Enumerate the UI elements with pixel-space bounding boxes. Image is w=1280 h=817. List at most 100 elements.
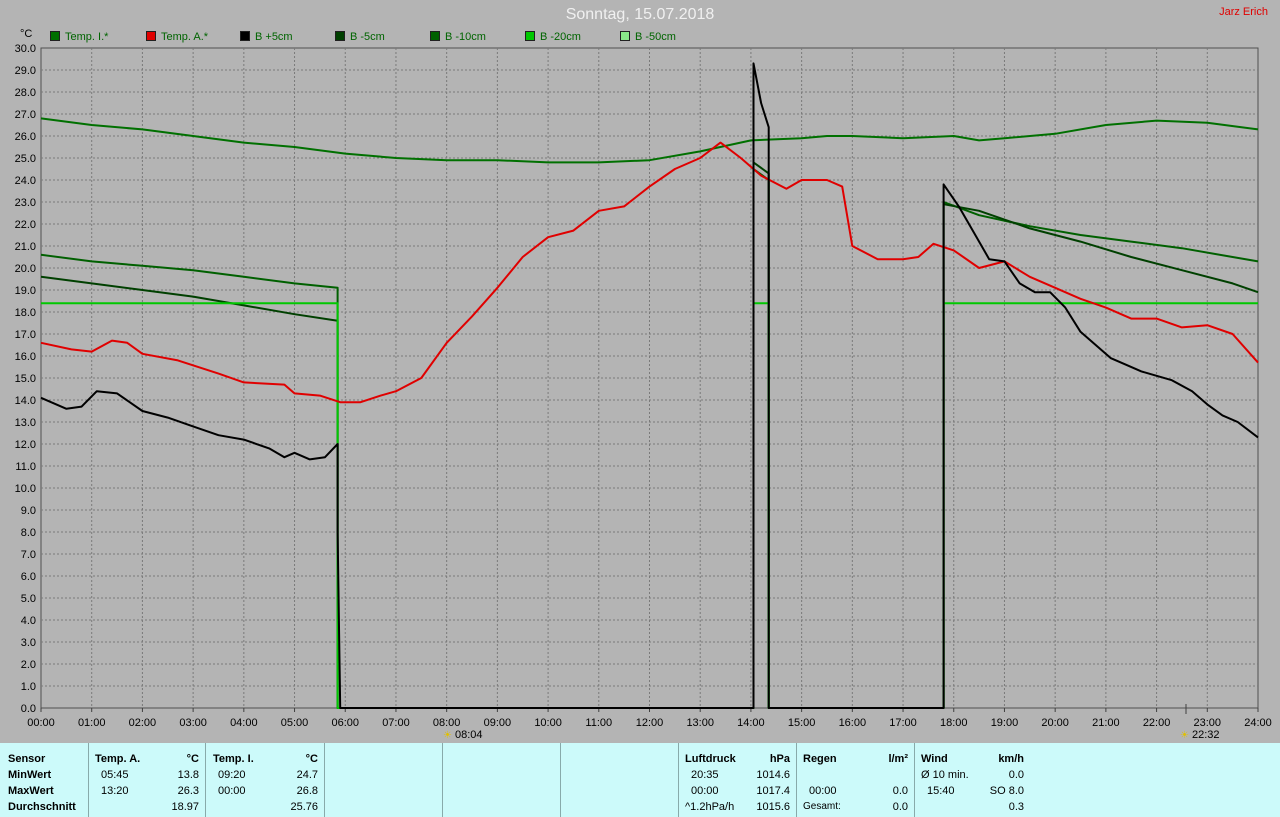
y-tick-label: 13.0 bbox=[15, 417, 36, 429]
stats-header: Temp. I. bbox=[213, 753, 254, 765]
y-tick-label: 27.0 bbox=[15, 109, 36, 121]
x-tick-label: 10:00 bbox=[534, 717, 562, 729]
y-tick-label: 12.0 bbox=[15, 439, 36, 451]
stats-value: 0.0 bbox=[892, 785, 908, 797]
legend-item-b-5: B -5cm bbox=[335, 31, 385, 43]
stats-row-label: MaxWert bbox=[8, 785, 54, 797]
legend-item-b-50: B -50cm bbox=[620, 31, 676, 43]
stats-label: Ø 10 min. bbox=[921, 769, 969, 781]
stats-regen-column: Regen l/m² 0.0 00:00 Gesamt: 0.0 bbox=[796, 743, 914, 817]
y-tick-label: 11.0 bbox=[15, 461, 36, 473]
stats-row-label: Durchschnitt bbox=[8, 801, 76, 813]
y-tick-label: 0.0 bbox=[21, 703, 36, 715]
stats-unit: °C bbox=[186, 753, 199, 765]
stats-unit: l/m² bbox=[888, 753, 908, 765]
x-tick-label: 24:00 bbox=[1244, 717, 1272, 729]
stats-time: 20:35 bbox=[691, 769, 719, 781]
sunset-icon: ☀ bbox=[1180, 730, 1189, 741]
x-tick-label: 15:00 bbox=[788, 717, 816, 729]
stats-time: 09:20 bbox=[218, 769, 246, 781]
stats-value: 24.7 bbox=[296, 769, 318, 781]
stats-unit: km/h bbox=[998, 753, 1024, 765]
stats-value: 13.8 bbox=[177, 769, 199, 781]
y-tick-label: 5.0 bbox=[21, 593, 36, 605]
x-tick-label: 03:00 bbox=[179, 717, 207, 729]
x-tick-label: 17:00 bbox=[889, 717, 917, 729]
legend-label: B -20cm bbox=[540, 31, 581, 43]
stats-header: Wind bbox=[921, 753, 948, 765]
y-tick-label: 28.0 bbox=[15, 87, 36, 99]
x-tick-label: 01:00 bbox=[78, 717, 106, 729]
stats-empty-column bbox=[560, 743, 678, 817]
x-tick-label: 14:00 bbox=[737, 717, 765, 729]
y-tick-label: 15.0 bbox=[15, 373, 36, 385]
stats-empty-column bbox=[442, 743, 560, 817]
x-tick-label: 16:00 bbox=[839, 717, 867, 729]
stats-value: 26.3 bbox=[177, 785, 199, 797]
y-tick-label: 24.0 bbox=[15, 175, 36, 187]
stats-value: 1014.6 bbox=[756, 769, 790, 781]
stats-value: 1017.4 bbox=[756, 785, 790, 797]
x-tick-label: 09:00 bbox=[484, 717, 512, 729]
stats-unit: °C bbox=[305, 753, 318, 765]
x-tick-label: 18:00 bbox=[940, 717, 968, 729]
x-tick-label: 06:00 bbox=[331, 717, 359, 729]
y-tick-label: 16.0 bbox=[15, 351, 36, 363]
stats-time: 00:00 bbox=[809, 785, 837, 797]
stats-trend: ^1.2hPa/h bbox=[685, 801, 735, 813]
stats-time: 00:00 bbox=[691, 785, 719, 797]
y-tick-label: 17.0 bbox=[15, 329, 36, 341]
stats-header: Temp. A. bbox=[95, 753, 141, 765]
stats-value: 0.0 bbox=[892, 801, 908, 813]
stats-empty-column bbox=[324, 743, 442, 817]
y-tick-label: 26.0 bbox=[15, 131, 36, 143]
y-tick-label: 4.0 bbox=[21, 615, 36, 627]
author-label: Jarz Erich bbox=[1219, 6, 1268, 18]
legend-label: B -50cm bbox=[635, 31, 676, 43]
sunrise-marker: ☀ 08:04 bbox=[443, 729, 483, 741]
x-tick-label: 19:00 bbox=[991, 717, 1019, 729]
chart-title: Sonntag, 15.07.2018 bbox=[565, 6, 715, 23]
y-tick-label: 25.0 bbox=[15, 153, 36, 165]
stats-panel: Sensor MinWert MaxWert Durchschnitt Temp… bbox=[0, 743, 1280, 817]
stats-temp-i-column: Temp. I. °C 09:20 24.7 00:00 26.8 25.76 bbox=[205, 743, 324, 817]
stats-time: 00:00 bbox=[218, 785, 246, 797]
x-tick-label: 07:00 bbox=[382, 717, 410, 729]
stats-wind-column: Wind km/h Ø 10 min. 0.0 15:40 SO 8.0 0.3 bbox=[914, 743, 1030, 817]
stats-value: 26.8 bbox=[296, 785, 318, 797]
x-tick-label: 00:00 bbox=[27, 717, 55, 729]
legend-swatch bbox=[620, 31, 630, 41]
legend-label: B +5cm bbox=[255, 31, 293, 43]
x-tick-label: 21:00 bbox=[1092, 717, 1120, 729]
y-tick-label: 30.0 bbox=[15, 43, 36, 55]
x-tick-label: 11:00 bbox=[585, 717, 612, 729]
legend-item-temp-a: Temp. A.* bbox=[146, 31, 208, 43]
stats-time: 05:45 bbox=[101, 769, 129, 781]
y-tick-label: 21.0 bbox=[15, 241, 36, 253]
legend-label: B -5cm bbox=[350, 31, 385, 43]
legend-swatch bbox=[146, 31, 156, 41]
sunrise-time: 08:04 bbox=[455, 729, 483, 741]
stats-temp-a-column: Temp. A. °C 05:45 13.8 13:20 26.3 18.97 bbox=[88, 743, 205, 817]
x-axis: 00:00 01:00 02:00 03:00 04:00 05:00 06:00 07:00… bbox=[27, 708, 1272, 729]
x-tick-label: 12:00 bbox=[636, 717, 664, 729]
stats-time: 13:20 bbox=[101, 785, 129, 797]
x-tick-label: 13:00 bbox=[686, 717, 714, 729]
y-tick-label: 20.0 bbox=[15, 263, 36, 275]
x-tick-label: 02:00 bbox=[129, 717, 157, 729]
y-tick-label: 23.0 bbox=[15, 197, 36, 209]
stats-value: 0.0 bbox=[1008, 769, 1024, 781]
legend-label: B -10cm bbox=[445, 31, 486, 43]
x-tick-label: 08:00 bbox=[433, 717, 461, 729]
y-tick-label: 9.0 bbox=[21, 505, 36, 517]
stats-sensor-header: Sensor bbox=[8, 753, 46, 765]
y-tick-label: 18.0 bbox=[15, 307, 36, 319]
y-tick-label: 3.0 bbox=[21, 637, 36, 649]
legend-item-b-10: B -10cm bbox=[430, 31, 486, 43]
stats-value: 18.97 bbox=[171, 801, 199, 813]
legend-swatch bbox=[430, 31, 440, 41]
legend-label: Temp. I.* bbox=[65, 31, 109, 43]
legend-item-b5: B +5cm bbox=[240, 31, 293, 43]
x-tick-label: 05:00 bbox=[281, 717, 309, 729]
y-tick-label: 14.0 bbox=[15, 395, 36, 407]
